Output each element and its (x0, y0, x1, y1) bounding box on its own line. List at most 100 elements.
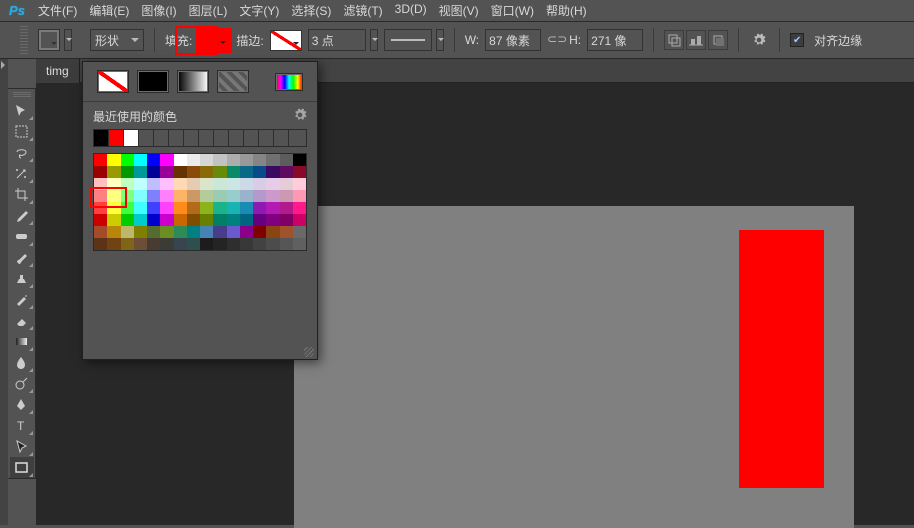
stroke-width-dropdown[interactable] (370, 29, 378, 51)
color-swatch[interactable] (174, 214, 187, 226)
stroke-style-arrow[interactable] (436, 29, 444, 51)
color-swatch[interactable] (94, 166, 107, 178)
color-swatch[interactable] (187, 202, 200, 214)
color-swatch[interactable] (213, 190, 226, 202)
resize-grip-icon[interactable] (304, 347, 314, 357)
menu-item[interactable]: 编辑(E) (83, 0, 135, 21)
pen-tool[interactable] (10, 394, 34, 415)
color-swatch[interactable] (240, 190, 253, 202)
color-swatch[interactable] (200, 214, 213, 226)
rectangle-tool[interactable] (10, 457, 34, 478)
color-swatch[interactable] (293, 154, 306, 166)
color-swatch[interactable] (293, 178, 306, 190)
color-swatch[interactable] (134, 202, 147, 214)
menu-item[interactable]: 图层(L) (183, 0, 234, 21)
color-swatch[interactable] (253, 190, 266, 202)
color-swatch[interactable] (147, 190, 160, 202)
color-swatch[interactable] (227, 166, 240, 178)
color-swatch[interactable] (240, 238, 253, 250)
path-operations-button[interactable] (664, 30, 684, 50)
path-alignment-button[interactable] (686, 30, 706, 50)
color-swatch[interactable] (147, 154, 160, 166)
color-swatch[interactable] (147, 202, 160, 214)
color-swatch[interactable] (240, 214, 253, 226)
menu-item[interactable]: 文件(F) (32, 0, 83, 21)
color-swatch[interactable] (240, 226, 253, 238)
color-swatch[interactable] (160, 226, 173, 238)
color-swatch[interactable] (227, 178, 240, 190)
color-swatch[interactable] (107, 154, 120, 166)
recent-swatch[interactable] (229, 130, 244, 146)
color-swatch[interactable] (213, 214, 226, 226)
recent-swatch[interactable] (124, 130, 139, 146)
color-swatch[interactable] (293, 226, 306, 238)
color-swatch[interactable] (107, 202, 120, 214)
menu-item[interactable]: 图像(I) (135, 0, 182, 21)
color-swatch[interactable] (147, 238, 160, 250)
color-swatch[interactable] (266, 190, 279, 202)
color-swatch[interactable] (160, 202, 173, 214)
color-swatch[interactable] (174, 202, 187, 214)
color-swatch[interactable] (134, 214, 147, 226)
color-swatch[interactable] (280, 190, 293, 202)
shape-mode-dropdown[interactable]: 形状 (90, 29, 144, 51)
color-swatch[interactable] (174, 166, 187, 178)
healing-brush-tool[interactable] (10, 226, 34, 247)
color-swatch[interactable] (160, 214, 173, 226)
color-swatch[interactable] (213, 226, 226, 238)
color-swatch[interactable] (227, 202, 240, 214)
blur-tool[interactable] (10, 352, 34, 373)
color-swatch[interactable] (227, 214, 240, 226)
link-icon[interactable]: ⊂⊃ (547, 32, 563, 48)
color-swatch[interactable] (107, 226, 120, 238)
color-swatch[interactable] (213, 202, 226, 214)
color-swatch[interactable] (227, 154, 240, 166)
type-tool[interactable]: T (10, 415, 34, 436)
color-swatch[interactable] (160, 154, 173, 166)
color-swatch[interactable] (187, 154, 200, 166)
color-swatch[interactable] (94, 226, 107, 238)
color-swatch[interactable] (121, 226, 134, 238)
color-swatch[interactable] (134, 226, 147, 238)
color-swatch[interactable] (147, 226, 160, 238)
color-swatch[interactable] (107, 238, 120, 250)
path-selection-tool[interactable] (10, 436, 34, 457)
dodge-tool[interactable] (10, 373, 34, 394)
menu-item[interactable]: 文字(Y) (233, 0, 285, 21)
lasso-tool[interactable] (10, 142, 34, 163)
color-swatch[interactable] (266, 178, 279, 190)
width-field[interactable]: 87 像素 (485, 29, 541, 51)
recent-swatch[interactable] (214, 130, 229, 146)
pattern-mode[interactable] (217, 70, 249, 93)
document-tab[interactable]: timg (36, 59, 80, 83)
recent-swatch[interactable] (244, 130, 259, 146)
color-swatch[interactable] (240, 178, 253, 190)
color-swatch[interactable] (200, 226, 213, 238)
color-swatch[interactable] (160, 190, 173, 202)
color-swatch[interactable] (174, 154, 187, 166)
color-swatch[interactable] (147, 178, 160, 190)
color-swatch[interactable] (213, 166, 226, 178)
color-swatch[interactable] (121, 202, 134, 214)
menu-item[interactable]: 窗口(W) (485, 0, 540, 21)
align-edges-checkbox[interactable]: ✔ (790, 33, 804, 47)
color-swatch[interactable] (187, 178, 200, 190)
color-swatch[interactable] (94, 190, 107, 202)
color-swatch[interactable] (266, 166, 279, 178)
color-swatch[interactable] (160, 166, 173, 178)
magic-wand-tool[interactable] (10, 163, 34, 184)
menu-item[interactable]: 滤镜(T) (337, 0, 388, 21)
color-swatch[interactable] (200, 238, 213, 250)
recent-swatch[interactable] (199, 130, 214, 146)
color-swatch[interactable] (121, 238, 134, 250)
color-swatch[interactable] (94, 202, 107, 214)
color-swatch[interactable] (94, 178, 107, 190)
color-swatch[interactable] (280, 166, 293, 178)
recent-swatch[interactable] (154, 130, 169, 146)
color-swatch[interactable] (160, 178, 173, 190)
color-swatch[interactable] (134, 190, 147, 202)
color-swatch[interactable] (174, 178, 187, 190)
color-swatch[interactable] (187, 166, 200, 178)
color-swatch[interactable] (160, 238, 173, 250)
color-swatch[interactable] (94, 214, 107, 226)
